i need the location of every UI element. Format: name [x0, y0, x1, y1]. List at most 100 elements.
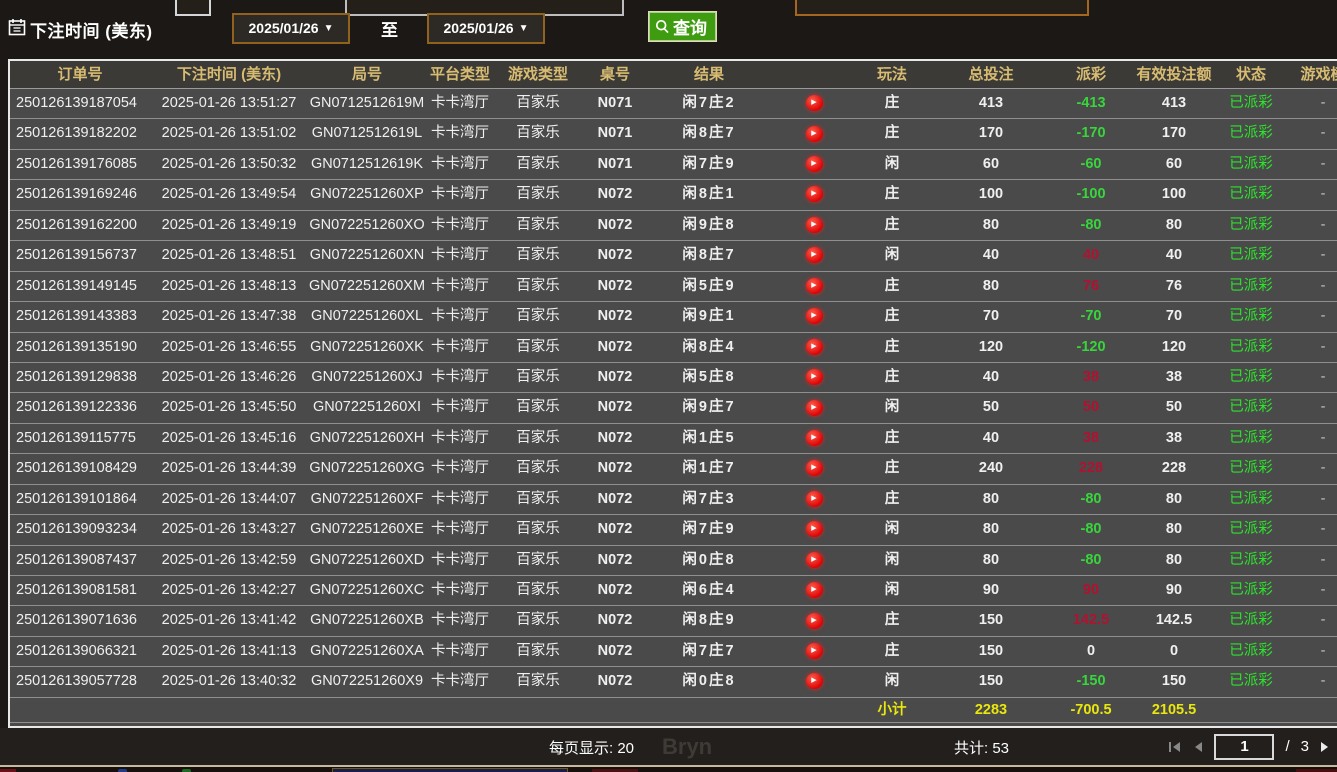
replay-cell: ▶	[770, 150, 858, 179]
game-mode-cell: -	[1280, 302, 1337, 331]
subtotal-valid-bet: 2105.5	[1126, 698, 1222, 723]
replay-play-icon[interactable]: ▶	[806, 156, 823, 172]
round-id-cell: GN072251260X9	[308, 667, 426, 696]
subtotal-payout: -700.5	[1056, 698, 1126, 723]
order-id-cell: 250126139087437	[10, 546, 150, 575]
status-badge: 已派彩	[1222, 241, 1280, 270]
table-row: 250126139087437 2025-01-26 13:42:59 GN07…	[10, 546, 1337, 576]
query-button[interactable]: 查询	[648, 11, 717, 42]
first-page-icon[interactable]	[1168, 741, 1182, 753]
order-id-cell: 250126139176085	[10, 150, 150, 179]
table-row: 250126139093234 2025-01-26 13:43:27 GN07…	[10, 515, 1337, 545]
total-bet-cell: 150	[926, 667, 1056, 696]
replay-play-icon[interactable]: ▶	[806, 308, 823, 324]
page-separator: /	[1285, 738, 1289, 755]
round-id-cell: GN072251260XB	[308, 606, 426, 635]
table-row: 250126139176085 2025-01-26 13:50:32 GN07…	[10, 150, 1337, 180]
replay-play-icon[interactable]: ▶	[806, 582, 823, 598]
bet-type-cell: 庄	[858, 89, 926, 118]
replay-play-icon[interactable]: ▶	[806, 613, 823, 629]
replay-cell: ▶	[770, 89, 858, 118]
order-id-cell: 250126139115775	[10, 424, 150, 453]
replay-cell: ▶	[770, 333, 858, 362]
replay-play-icon[interactable]: ▶	[806, 430, 823, 446]
game-mode-cell: -	[1280, 241, 1337, 270]
col-header-payout: 派彩	[1056, 61, 1126, 88]
col-header-table-no: 桌号	[582, 61, 648, 88]
table-row: 250126139066321 2025-01-26 13:41:13 GN07…	[10, 637, 1337, 667]
col-header-bet-type: 玩法	[858, 61, 926, 88]
calendar-icon	[8, 18, 26, 36]
replay-play-icon[interactable]: ▶	[806, 95, 823, 111]
order-id-cell: 250126139187054	[10, 89, 150, 118]
game-type-cell: 百家乐	[494, 119, 582, 148]
bet-time-cell: 2025-01-26 13:45:50	[150, 393, 308, 422]
replay-play-icon[interactable]: ▶	[806, 400, 823, 416]
order-id-cell: 250126139081581	[10, 576, 150, 605]
replay-play-icon[interactable]: ▶	[806, 217, 823, 233]
valid-bet-cell: 90	[1126, 576, 1222, 605]
game-type-cell: 百家乐	[494, 150, 582, 179]
table-no-cell: N072	[582, 211, 648, 240]
order-id-cell: 250126139143383	[10, 302, 150, 331]
replay-cell: ▶	[770, 363, 858, 392]
status-badge: 已派彩	[1222, 333, 1280, 362]
round-id-cell: GN072251260XK	[308, 333, 426, 362]
platform-cell: 卡卡湾厅	[426, 363, 494, 392]
bet-type-cell: 闲	[858, 546, 926, 575]
valid-bet-cell: 150	[1126, 667, 1222, 696]
replay-play-icon[interactable]: ▶	[806, 643, 823, 659]
status-badge: 已派彩	[1222, 150, 1280, 179]
payout-cell: -70	[1056, 302, 1126, 331]
game-mode-cell: -	[1280, 363, 1337, 392]
bet-time-cell: 2025-01-26 13:49:19	[150, 211, 308, 240]
platform-cell: 卡卡湾厅	[426, 89, 494, 118]
replay-play-icon[interactable]: ▶	[806, 491, 823, 507]
result-cell: 闲6庄4	[648, 576, 770, 605]
occluded-background-strip	[0, 765, 1337, 772]
page-total: 3	[1301, 738, 1309, 755]
replay-play-icon[interactable]: ▶	[806, 673, 823, 689]
status-badge: 已派彩	[1222, 667, 1280, 696]
payout-cell: 38	[1056, 363, 1126, 392]
table-no-cell: N072	[582, 180, 648, 209]
table-row: 250126139149145 2025-01-26 13:48:13 GN07…	[10, 272, 1337, 302]
bet-time-cell: 2025-01-26 13:42:59	[150, 546, 308, 575]
total-bet-cell: 240	[926, 454, 1056, 483]
replay-cell: ▶	[770, 119, 858, 148]
round-id-cell: GN072251260XO	[308, 211, 426, 240]
round-id-cell: GN072251260XF	[308, 485, 426, 514]
valid-bet-cell: 70	[1126, 302, 1222, 331]
table-no-cell: N072	[582, 576, 648, 605]
order-id-cell: 250126139108429	[10, 454, 150, 483]
pagination-footer: Bryn 每页显示: 20 共计: 53 / 3	[0, 728, 1337, 765]
date-from-select[interactable]: 2025/01/26 ▼	[232, 13, 350, 44]
prev-page-icon[interactable]	[1193, 741, 1203, 753]
replay-play-icon[interactable]: ▶	[806, 369, 823, 385]
page-number-input[interactable]	[1214, 734, 1274, 760]
replay-play-icon[interactable]: ▶	[806, 247, 823, 263]
bet-time-cell: 2025-01-26 13:43:27	[150, 515, 308, 544]
next-page-icon[interactable]	[1320, 741, 1330, 753]
total-count-label: 共计: 53	[954, 737, 1009, 758]
replay-play-icon[interactable]: ▶	[806, 460, 823, 476]
game-mode-cell: -	[1280, 454, 1337, 483]
total-bet-cell: 413	[926, 89, 1056, 118]
replay-play-icon[interactable]: ▶	[806, 552, 823, 568]
result-cell: 闲5庄9	[648, 272, 770, 301]
replay-play-icon[interactable]: ▶	[806, 186, 823, 202]
date-to-select[interactable]: 2025/01/26 ▼	[427, 13, 545, 44]
payout-cell: 40	[1056, 241, 1126, 270]
table-row: 250126139071636 2025-01-26 13:41:42 GN07…	[10, 606, 1337, 636]
valid-bet-cell: 142.5	[1126, 606, 1222, 635]
replay-play-icon[interactable]: ▶	[806, 339, 823, 355]
status-badge: 已派彩	[1222, 454, 1280, 483]
replay-play-icon[interactable]: ▶	[806, 278, 823, 294]
replay-play-icon[interactable]: ▶	[806, 126, 823, 142]
total-bet-cell: 90	[926, 576, 1056, 605]
replay-play-icon[interactable]: ▶	[806, 521, 823, 537]
replay-cell: ▶	[770, 485, 858, 514]
result-cell: 闲7庄3	[648, 485, 770, 514]
bet-time-cell: 2025-01-26 13:40:32	[150, 667, 308, 696]
table-row: 250126139143383 2025-01-26 13:47:38 GN07…	[10, 302, 1337, 332]
